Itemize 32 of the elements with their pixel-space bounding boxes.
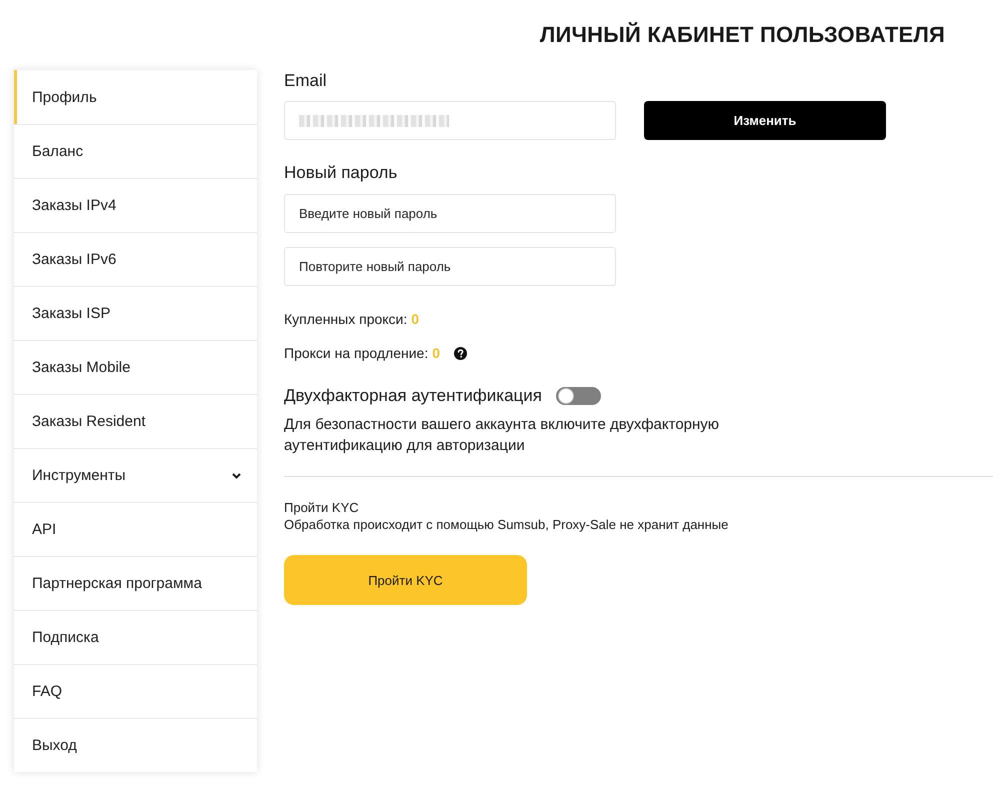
new-password-label: Новый пароль (284, 163, 398, 183)
email-field[interactable] (284, 101, 616, 140)
two-factor-description: Для безопастности вашего аккаунта включите двухфакторную аутентификацию для авторизации (284, 415, 720, 456)
help-icon[interactable] (454, 346, 468, 360)
sidebar-item[interactable]: Заказы ISP (14, 286, 257, 340)
sidebar-item[interactable]: Подписка (14, 610, 257, 664)
kyc-title: Пройти KYC (284, 499, 359, 516)
sidebar-item[interactable]: Заказы IPv4 (14, 178, 257, 232)
chevron-down-icon (232, 472, 241, 478)
password-field[interactable]: Повторите новый пароль (284, 247, 616, 286)
sidebar-item[interactable]: Инструменты (14, 448, 257, 502)
sidebar-item[interactable]: Выход (14, 718, 257, 772)
sidebar-item[interactable]: Заказы Resident (14, 394, 257, 448)
email-label: Email (284, 71, 327, 91)
stat-label: Купленных прокси: (284, 310, 408, 328)
toggle-switch[interactable] (556, 387, 601, 405)
stat-label: Прокси на продление: (284, 344, 428, 362)
password-field[interactable]: Введите новый пароль (284, 194, 616, 233)
sidebar-item[interactable]: API (14, 502, 257, 556)
sidebar-item[interactable]: Профиль (14, 70, 257, 124)
change-button[interactable]: Изменить (644, 101, 886, 140)
sidebar-item[interactable]: Партнерская программа (14, 556, 257, 610)
sidebar-item[interactable]: Заказы Mobile (14, 340, 257, 394)
sidebar-item[interactable]: Заказы IPv6 (14, 232, 257, 286)
kyc-button[interactable]: Пройти KYC (284, 555, 527, 605)
page-title: ЛИЧНЫЙ КАБИНЕТ ПОЛЬЗОВАТЕЛЯ (540, 22, 945, 48)
stat-value: 0 (432, 344, 440, 362)
sidebar-item[interactable]: FAQ (14, 664, 257, 718)
sidebar-item[interactable]: Баланс (14, 124, 257, 178)
kyc-note: Обработка происходит с помощью Sumsub, Proxy-Sale не хранит данные (284, 516, 728, 533)
two-factor-label: Двухфакторная аутентификация (284, 386, 542, 406)
stat-value: 0 (411, 310, 420, 328)
